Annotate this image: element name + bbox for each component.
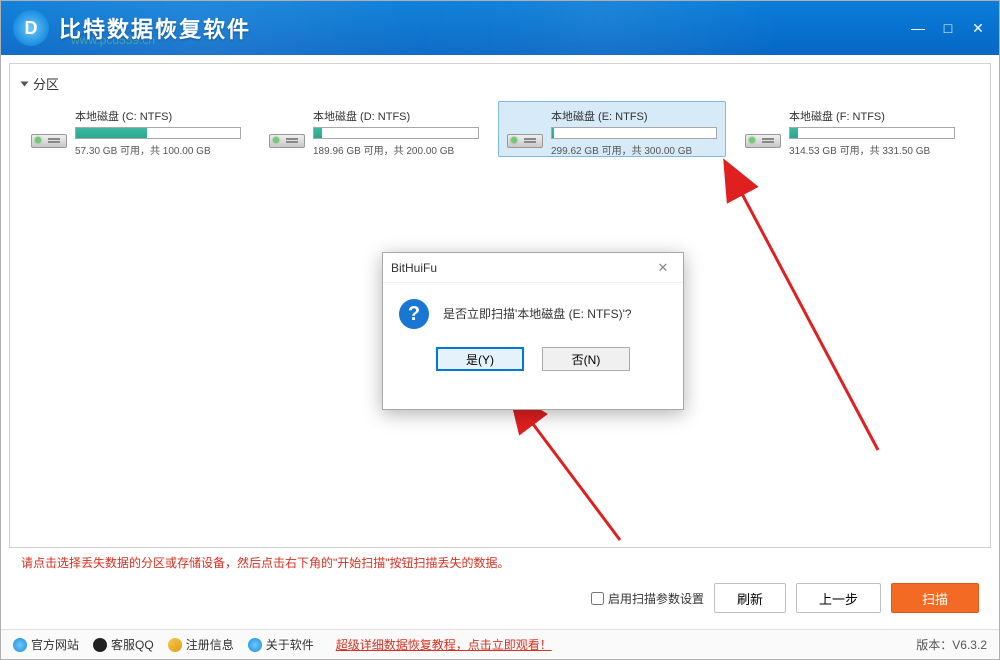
- previous-button[interactable]: 上一步: [796, 583, 881, 613]
- refresh-button[interactable]: 刷新: [714, 583, 786, 613]
- dialog-titlebar: BitHuiFu ✕: [383, 253, 683, 283]
- bottom-toolbar: 启用扫描参数设置 刷新 上一步 扫描: [9, 577, 991, 621]
- qq-icon: [93, 638, 107, 652]
- drive-info: 本地磁盘 (C: NTFS)57.30 GB 可用，共 100.00 GB: [75, 108, 241, 150]
- drive-usage-bar: [75, 127, 241, 139]
- expand-triangle-icon: [21, 81, 29, 86]
- drive-item[interactable]: 本地磁盘 (F: NTFS) 314.53 GB 可用，共 331.50 GB: [736, 101, 964, 157]
- instruction-text: 请点击选择丢失数据的分区或存储设备，然后点击右下角的"开始扫描"按钮扫描丢失的数…: [9, 548, 991, 577]
- drive-name: 本地磁盘 (D: NTFS): [313, 108, 479, 124]
- qq-support-link[interactable]: 客服QQ: [93, 636, 154, 653]
- enable-scan-params-label: 启用扫描参数设置: [608, 590, 704, 607]
- drive-info: 本地磁盘 (E: NTFS)299.62 GB 可用，共 300.00 GB: [551, 108, 717, 150]
- enable-scan-params-input[interactable]: [591, 592, 604, 605]
- about-link[interactable]: 关于软件: [248, 636, 314, 653]
- qq-support-label: 客服QQ: [111, 636, 154, 653]
- drive-usage-bar: [313, 127, 479, 139]
- info-icon: [248, 638, 262, 652]
- drive-usage-bar: [551, 127, 717, 139]
- title-bar: D 比特数据恢复软件 www.pcd559.cn — □ ✕: [1, 1, 999, 55]
- hard-drive-icon: [745, 112, 781, 148]
- hard-drive-icon: [31, 112, 67, 148]
- tutorial-link[interactable]: 超级详细数据恢复教程，点击立即观看！: [336, 636, 552, 653]
- official-site-label: 官方网站: [31, 636, 79, 653]
- minimize-button[interactable]: —: [903, 16, 933, 40]
- drive-stats: 299.62 GB 可用，共 300.00 GB: [551, 142, 717, 157]
- footer-bar: 官方网站 客服QQ 注册信息 关于软件 超级详细数据恢复教程，点击立即观看！ 版…: [1, 629, 999, 659]
- drive-info: 本地磁盘 (D: NTFS)189.96 GB 可用，共 200.00 GB: [313, 108, 479, 150]
- confirm-scan-dialog: BitHuiFu ✕ ? 是否立即扫描'本地磁盘 (E: NTFS)'? 是(Y…: [382, 252, 684, 410]
- drive-usage-bar: [789, 127, 955, 139]
- dialog-message: 是否立即扫描'本地磁盘 (E: NTFS)'?: [443, 299, 632, 329]
- drive-item[interactable]: 本地磁盘 (E: NTFS) 299.62 GB 可用，共 300.00 GB: [498, 101, 726, 157]
- globe-icon: [13, 638, 27, 652]
- app-logo-icon: D: [13, 10, 49, 46]
- drive-stats: 57.30 GB 可用，共 100.00 GB: [75, 142, 241, 157]
- dialog-body: ? 是否立即扫描'本地磁盘 (E: NTFS)'?: [383, 283, 683, 339]
- dialog-button-row: 是(Y) 否(N): [383, 339, 683, 385]
- hard-drive-icon: [269, 112, 305, 148]
- dialog-no-button[interactable]: 否(N): [542, 347, 630, 371]
- drive-name: 本地磁盘 (F: NTFS): [789, 108, 955, 124]
- drive-name: 本地磁盘 (C: NTFS): [75, 108, 241, 124]
- drive-item[interactable]: 本地磁盘 (C: NTFS) 57.30 GB 可用，共 100.00 GB: [22, 101, 250, 157]
- register-label: 注册信息: [186, 636, 234, 653]
- app-title: 比特数据恢复软件: [59, 12, 251, 44]
- hard-drive-icon: [507, 112, 543, 148]
- scan-button[interactable]: 扫描: [891, 583, 979, 613]
- section-header[interactable]: 分区: [22, 74, 978, 93]
- drive-stats: 189.96 GB 可用，共 200.00 GB: [313, 142, 479, 157]
- close-button[interactable]: ✕: [963, 16, 993, 40]
- question-icon: ?: [399, 299, 429, 329]
- window-controls: — □ ✕: [903, 16, 993, 40]
- drive-name: 本地磁盘 (E: NTFS): [551, 108, 717, 124]
- dialog-yes-button[interactable]: 是(Y): [436, 347, 524, 371]
- about-label: 关于软件: [266, 636, 314, 653]
- official-site-link[interactable]: 官方网站: [13, 636, 79, 653]
- maximize-button[interactable]: □: [933, 16, 963, 40]
- register-link[interactable]: 注册信息: [168, 636, 234, 653]
- drives-list: 本地磁盘 (C: NTFS) 57.30 GB 可用，共 100.00 GB 本地磁…: [22, 101, 978, 157]
- key-icon: [168, 638, 182, 652]
- enable-scan-params-checkbox[interactable]: 启用扫描参数设置: [591, 590, 704, 607]
- drive-stats: 314.53 GB 可用，共 331.50 GB: [789, 142, 955, 157]
- version-label: 版本：V6.3.2: [916, 636, 987, 653]
- drive-info: 本地磁盘 (F: NTFS)314.53 GB 可用，共 331.50 GB: [789, 108, 955, 150]
- dialog-title-text: BitHuiFu: [391, 261, 437, 275]
- drive-item[interactable]: 本地磁盘 (D: NTFS) 189.96 GB 可用，共 200.00 GB: [260, 101, 488, 157]
- section-label: 分区: [33, 74, 59, 93]
- dialog-close-button[interactable]: ✕: [651, 258, 675, 278]
